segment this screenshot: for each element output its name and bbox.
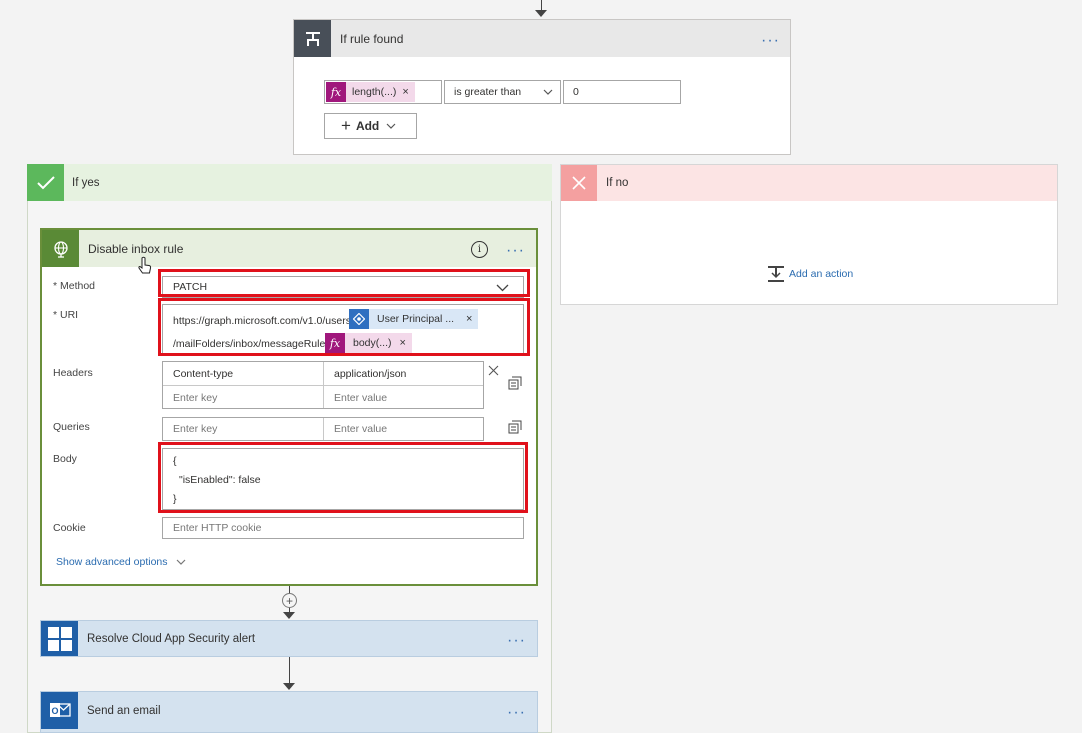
headers-label: Headers [53, 367, 93, 379]
condition-card-header[interactable]: If rule found ··· [294, 20, 790, 57]
queries-table: Enter key Enter value [162, 417, 484, 441]
add-an-action-label: Add an action [789, 268, 854, 280]
operator-select[interactable]: is greater than [444, 80, 561, 104]
condition-value-input[interactable]: 0 [563, 80, 681, 104]
if-yes-title: If yes [72, 176, 100, 189]
globe-icon [42, 230, 79, 267]
if-no-title: If no [606, 177, 629, 189]
chevron-down-icon [543, 89, 553, 95]
arrow-down-icon [535, 10, 547, 17]
value-placeholder: Enter value [334, 391, 388, 404]
query-key-input[interactable]: Enter key [163, 418, 323, 440]
insert-step-plus-icon[interactable]: + [282, 593, 297, 608]
condition-left-field[interactable]: fx length(...) × [324, 80, 442, 104]
hand-cursor-icon [138, 256, 152, 274]
cookie-input[interactable]: Enter HTTP cookie [162, 517, 524, 539]
header-key-input[interactable]: Enter key [163, 386, 323, 409]
key-placeholder: Enter key [173, 391, 218, 404]
advanced-label: Show advanced options [56, 556, 168, 568]
switch-to-text-mode-icon[interactable] [508, 420, 522, 434]
checkmark-icon [27, 164, 64, 201]
email-card-title: Send an email [87, 705, 161, 717]
condition-title: If rule found [340, 31, 404, 46]
headers-table: Content-type application/json Enter key … [162, 361, 484, 409]
query-value-input[interactable]: Enter value [324, 418, 484, 440]
condition-card: If rule found ··· fx length(...) × is gr… [293, 19, 791, 155]
token-label: length(...) [352, 86, 397, 98]
value-placeholder: Enter value [334, 423, 388, 435]
if-no-header[interactable]: If no [561, 165, 1057, 201]
remove-token-icon[interactable]: × [402, 86, 414, 98]
fx-icon: fx [326, 82, 346, 102]
info-icon[interactable]: i [471, 241, 488, 258]
if-yes-header[interactable]: If yes [27, 164, 552, 201]
add-label: Add [355, 119, 380, 133]
chevron-down-icon [386, 123, 396, 129]
chevron-down-icon [176, 559, 185, 565]
highlight-method [158, 269, 530, 297]
plus-icon: + [341, 116, 351, 135]
http-card-title: Disable inbox rule [88, 241, 184, 256]
condition-value: 0 [573, 86, 579, 98]
queries-label: Queries [53, 421, 90, 433]
switch-to-text-mode-icon[interactable] [508, 376, 522, 390]
key-placeholder: Enter key [173, 423, 218, 435]
body-label: Body [53, 453, 77, 465]
header-value-cell[interactable]: application/json [324, 362, 484, 385]
http-card-header[interactable]: Disable inbox rule i ··· [42, 230, 536, 267]
arrow-down-icon [283, 683, 295, 690]
condition-icon [294, 20, 331, 57]
add-action-icon [768, 266, 784, 282]
cookie-label: Cookie [53, 522, 86, 534]
svg-text:O: O [51, 706, 58, 716]
if-no-branch: If no Add an action [560, 164, 1058, 305]
expression-token[interactable]: fx length(...) × [326, 82, 415, 102]
more-options-icon[interactable]: ··· [507, 633, 526, 649]
highlight-uri [158, 298, 530, 356]
more-options-icon[interactable]: ··· [506, 243, 525, 259]
add-an-action-link[interactable]: Add an action [767, 265, 853, 283]
more-options-icon[interactable]: ··· [761, 33, 780, 49]
resolve-card-title: Resolve Cloud App Security alert [87, 633, 256, 645]
header-key-cell[interactable]: Content-type [163, 362, 323, 385]
method-label: * Method [53, 280, 96, 292]
header-value: application/json [334, 367, 407, 380]
delete-row-icon[interactable] [488, 365, 499, 376]
send-email-card[interactable]: O Send an email ··· [40, 691, 538, 733]
outlook-icon: O [41, 692, 78, 729]
resolve-alert-card[interactable]: Resolve Cloud App Security alert ··· [40, 620, 538, 657]
uri-label: * URI [53, 309, 79, 321]
close-icon [561, 165, 597, 201]
highlight-body [158, 442, 528, 513]
cloud-app-security-icon [41, 621, 78, 656]
arrow-down-icon [283, 612, 295, 619]
cookie-placeholder: Enter HTTP cookie [173, 522, 262, 534]
show-advanced-options-link[interactable]: Show advanced options [56, 556, 186, 568]
add-condition-button[interactable]: + Add [324, 113, 417, 139]
more-options-icon[interactable]: ··· [507, 705, 526, 721]
header-value-input[interactable]: Enter value [324, 386, 484, 409]
flow-connector [289, 657, 290, 685]
operator-value: is greater than [454, 86, 522, 98]
header-key: Content-type [173, 367, 234, 380]
